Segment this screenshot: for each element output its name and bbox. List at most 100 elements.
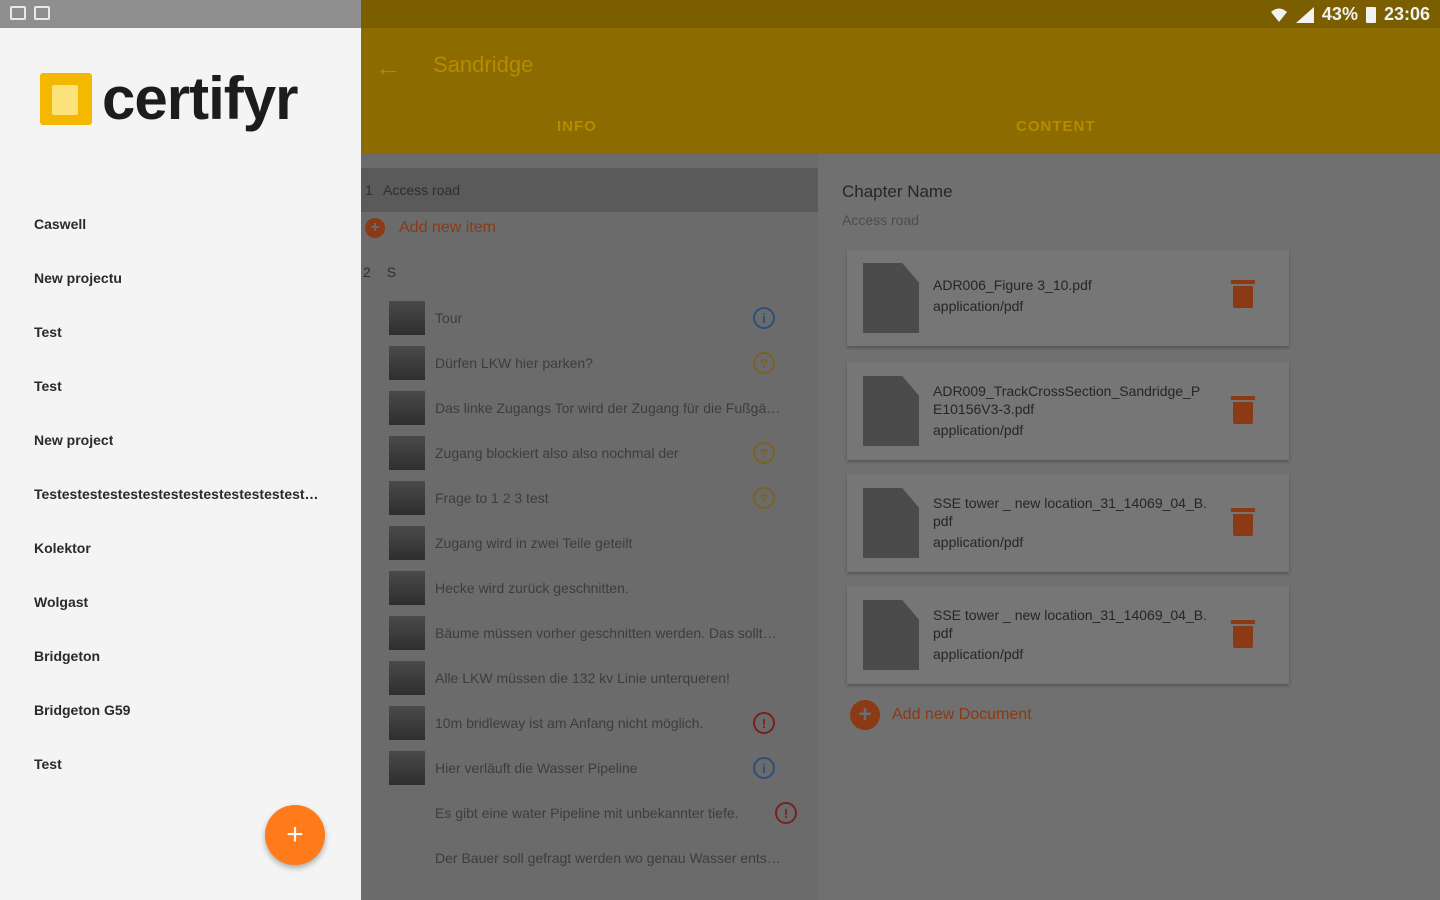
drawer-project-item[interactable]: Test (34, 756, 62, 772)
photo-thumbnail (389, 616, 425, 650)
status-bar: 43% 23:06 (0, 0, 1440, 28)
document-type: application/pdf (933, 646, 1024, 662)
drawer-project-item[interactable]: Testestestestestestestestestestestestest… (34, 486, 319, 502)
notification-icon (10, 6, 26, 20)
certifyr-logo: certifyr (40, 69, 298, 129)
list-item[interactable]: Zugang wird in zwei Teile geteilt (389, 525, 818, 561)
status-bar-drawer-area (0, 0, 361, 28)
alert-status-icon: ! (775, 802, 797, 824)
project-title: Sandridge (433, 52, 534, 77)
navigation-drawer: certifyr Caswell New projectu Test Test New … (0, 28, 361, 900)
chapter-name-value: Access road (842, 212, 920, 228)
question-status-icon: ? (753, 442, 775, 464)
list-item[interactable]: Alle LKW müssen die 132 kv Linie unterqu… (389, 660, 818, 696)
add-document-label: Add new Document (892, 706, 1032, 723)
drawer-project-item[interactable]: New project (34, 432, 113, 448)
list-item[interactable]: Dürfen LKW hier parken?? (389, 345, 818, 381)
photo-thumbnail (389, 571, 425, 605)
list-item[interactable]: Hier verläuft die Wasser Pipeline i (389, 750, 818, 786)
file-icon (863, 376, 919, 446)
list-item[interactable]: Bäume müssen vorher geschnitten werden. … (389, 615, 818, 651)
trash-icon[interactable] (1231, 280, 1255, 308)
section-number: 1 (365, 182, 373, 198)
item-list-panel: 1 Access road + Add new item 2 S Tour i Dü… (361, 154, 818, 900)
document-type: application/pdf (933, 534, 1024, 550)
battery-icon (1365, 6, 1376, 23)
trash-icon[interactable] (1231, 620, 1255, 648)
list-item[interactable]: Tour i (389, 300, 818, 336)
photo-thumbnail (389, 436, 425, 470)
photo-thumbnail (389, 391, 425, 425)
photo-thumbnail (389, 301, 425, 335)
list-item[interactable]: Zugang blockiert also also nochmal der? (389, 435, 818, 471)
document-name: ADR006_Figure 3_10.pdf (933, 277, 1092, 293)
item-text: Zugang blockiert also also nochmal der (435, 445, 679, 461)
info-status-icon: i (753, 307, 775, 329)
signal-icon (1295, 6, 1314, 23)
item-text: Zugang wird in zwei Teile geteilt (435, 535, 633, 551)
document-card[interactable]: ADR006_Figure 3_10.pdf application/pdf (847, 250, 1289, 346)
item-text: Hecke wird zurück geschnitten. (435, 580, 629, 596)
section-header[interactable]: 1 Access road (361, 168, 818, 212)
content-panel: Chapter Name Access road ADR006_Figure 3… (818, 154, 1440, 900)
image-notification-icon (34, 6, 50, 20)
document-name: SSE tower _ new location_31_14069_04_B.p… (933, 495, 1207, 529)
list-item[interactable]: Das linke Zugangs Tor wird der Zugang fü… (389, 390, 818, 426)
item-text: Alle LKW müssen die 132 kv Linie unterqu… (435, 670, 730, 686)
document-type: application/pdf (933, 298, 1024, 314)
info-status-icon: i (753, 757, 775, 779)
document-card[interactable]: SSE tower _ new location_31_14069_04_B.p… (847, 586, 1289, 684)
list-item[interactable]: 10m bridleway ist am Anfang nicht möglic… (389, 705, 818, 741)
item-text: Es gibt eine water Pipeline mit unbekann… (435, 805, 739, 821)
photo-thumbnail (389, 481, 425, 515)
add-project-fab[interactable]: + (265, 805, 325, 865)
photo-thumbnail (389, 661, 425, 695)
chapter-name-label: Chapter Name (842, 182, 953, 201)
add-document-button[interactable]: + Add new Document (850, 700, 1032, 730)
status-indicators: 43% 23:06 (1270, 4, 1430, 25)
drawer-project-item[interactable]: Test (34, 378, 62, 394)
document-name: SSE tower _ new location_31_14069_04_B.p… (933, 607, 1207, 641)
photo-thumbnail (389, 796, 425, 830)
drawer-project-item[interactable]: Bridgeton G59 (34, 702, 130, 718)
clock: 23:06 (1383, 4, 1430, 24)
back-arrow-icon[interactable]: ← (375, 52, 401, 83)
tab-info[interactable]: INFO (557, 118, 597, 135)
item-text: Dürfen LKW hier parken? (435, 355, 593, 371)
notification-icons (10, 6, 50, 20)
list-item[interactable]: Es gibt eine water Pipeline mit unbekann… (389, 795, 818, 831)
battery-percent: 43% (1321, 4, 1358, 24)
tab-content[interactable]: CONTENT (1016, 118, 1096, 135)
item-text: Der Bauer soll gefragt werden wo genau W… (435, 850, 781, 866)
section-header-2[interactable]: 2 S (363, 264, 408, 280)
trash-icon[interactable] (1231, 508, 1255, 536)
drawer-project-item[interactable]: Caswell (34, 216, 86, 232)
photo-thumbnail (389, 841, 425, 875)
section-number: 2 (363, 264, 371, 280)
file-icon (863, 488, 919, 558)
wifi-icon (1270, 8, 1287, 22)
add-item-button[interactable]: + Add new item (365, 218, 496, 238)
question-status-icon: ? (753, 487, 775, 509)
trash-icon[interactable] (1231, 396, 1255, 424)
document-card[interactable]: ADR009_TrackCrossSection_Sandridge_PE101… (847, 362, 1289, 460)
drawer-project-item[interactable]: Test (34, 324, 62, 340)
drawer-project-item[interactable]: New projectu (34, 270, 122, 286)
photo-thumbnail (389, 751, 425, 785)
document-type: application/pdf (933, 422, 1024, 438)
document-name: ADR009_TrackCrossSection_Sandridge_PE101… (933, 383, 1201, 417)
list-item[interactable]: Frage to 1 2 3 test? (389, 480, 818, 516)
file-icon (863, 600, 919, 670)
section-title: S (386, 264, 397, 280)
photo-thumbnail (389, 346, 425, 380)
drawer-project-item[interactable]: Bridgeton (34, 648, 100, 664)
document-card[interactable]: SSE tower _ new location_31_14069_04_B.p… (847, 474, 1289, 572)
add-circle-icon: + (365, 218, 385, 238)
item-text: Das linke Zugangs Tor wird der Zugang fü… (435, 400, 781, 416)
list-item[interactable]: Der Bauer soll gefragt werden wo genau W… (389, 840, 818, 876)
drawer-project-item[interactable]: Wolgast (34, 594, 88, 610)
list-item[interactable]: Hecke wird zurück geschnitten. (389, 570, 818, 606)
item-text: Hier verläuft die Wasser Pipeline (435, 760, 638, 776)
file-icon (863, 263, 919, 333)
drawer-project-item[interactable]: Kolektor (34, 540, 91, 556)
